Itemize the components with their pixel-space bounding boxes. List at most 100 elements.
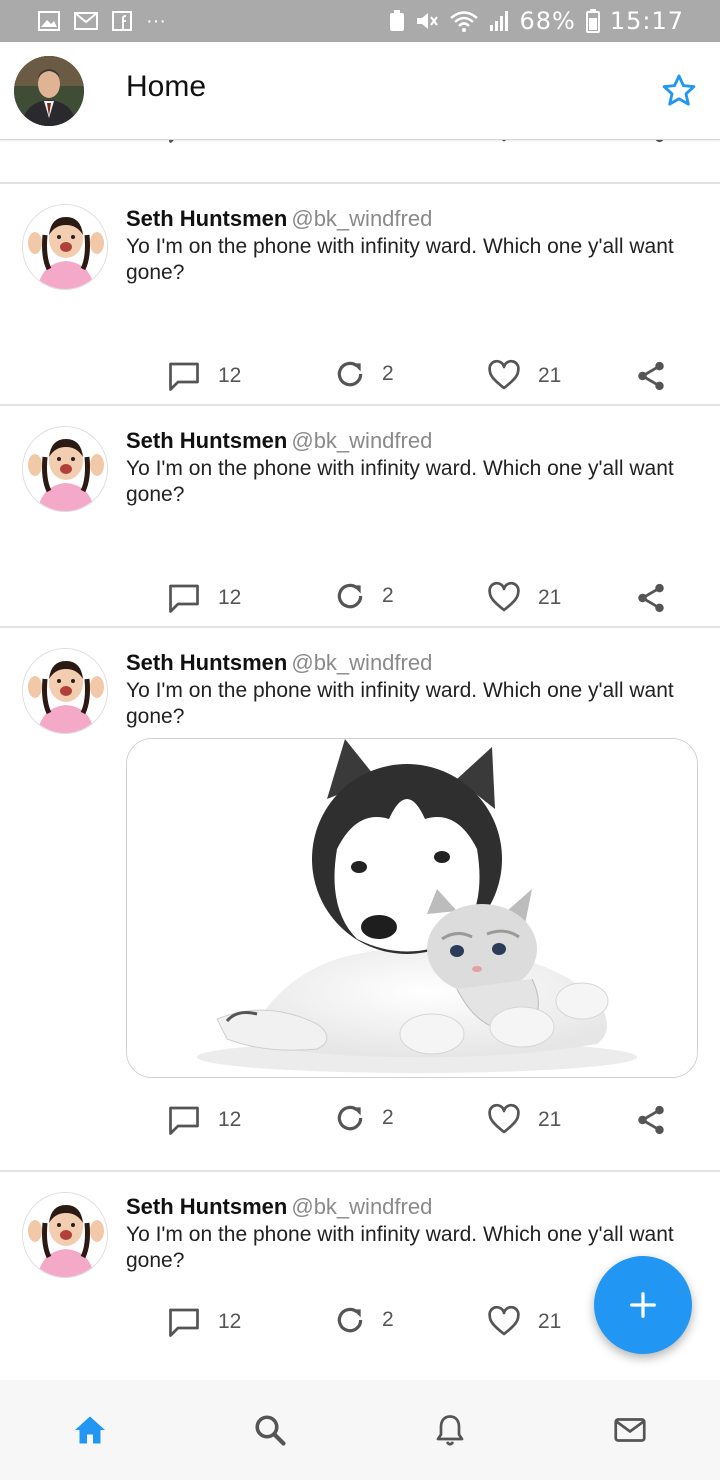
like-count: 21: [538, 1108, 562, 1131]
tweet-card[interactable]: Seth Huntsmen @bk_windfred Yo I'm on the …: [0, 628, 720, 1172]
tweet-header: Seth Huntsmen @bk_windfred: [126, 206, 432, 232]
retweet-action[interactable]: 2: [334, 1102, 394, 1134]
profile-avatar[interactable]: [14, 56, 84, 126]
page-title: Home: [126, 70, 207, 103]
tweet-text: Yo I'm on the phone with infinity ward. …: [126, 679, 674, 728]
gallery-icon: [38, 11, 60, 31]
comment-count: 12: [218, 1108, 242, 1131]
tweet-feed[interactable]: 12 2 21: [0, 140, 720, 1380]
girl-avatar-image: [23, 649, 107, 733]
app-bar: Home: [0, 42, 720, 140]
retweet-icon: [337, 1105, 363, 1131]
tweet-author-handle[interactable]: @bk_windfred: [291, 650, 432, 675]
girl-avatar-image: [23, 1193, 107, 1277]
comment-action[interactable]: 12: [166, 1102, 241, 1138]
share-icon: [638, 361, 664, 391]
comment-action[interactable]: 12: [166, 580, 241, 616]
tweet-avatar[interactable]: [22, 204, 108, 290]
share-icon: [638, 1105, 664, 1135]
bottom-navigation: [0, 1380, 720, 1480]
like-count: 21: [538, 364, 562, 387]
tweet-header: Seth Huntsmen @bk_windfred: [126, 650, 432, 676]
tweet-author-handle[interactable]: @bk_windfred: [291, 428, 432, 453]
tweet-header: Seth Huntsmen @bk_windfred: [126, 1194, 432, 1220]
comment-action[interactable]: 12: [166, 358, 241, 394]
clock: 15:17: [609, 7, 684, 35]
tweet-author-name[interactable]: Seth Huntsmen: [126, 428, 287, 453]
tweet-author-handle[interactable]: @bk_windfred: [291, 206, 432, 231]
like-action[interactable]: 21: [486, 1304, 561, 1340]
share-icon: [655, 140, 664, 143]
tweet-text: Yo I'm on the phone with infinity ward. …: [126, 457, 674, 506]
like-action[interactable]: 21: [486, 580, 561, 616]
heart-icon: [488, 1103, 520, 1134]
retweet-icon: [337, 361, 363, 387]
like-action[interactable]: 21: [486, 1102, 561, 1138]
heart-icon: [488, 1305, 520, 1336]
like-action[interactable]: 21: [486, 140, 561, 146]
comment-icon: [169, 1308, 199, 1337]
status-system: 68% 15:17: [389, 7, 684, 35]
share-action[interactable]: [634, 358, 668, 394]
plus-icon: [630, 1292, 656, 1318]
girl-avatar-image: [23, 427, 107, 511]
tweet-text: Yo I'm on the phone with infinity ward. …: [126, 1223, 674, 1272]
tweet-avatar[interactable]: [22, 648, 108, 734]
nav-messages[interactable]: [610, 1410, 650, 1450]
tweet-avatar[interactable]: [22, 1192, 108, 1278]
nav-search[interactable]: [250, 1410, 290, 1450]
tweet-media-image[interactable]: [126, 738, 698, 1078]
tweet-avatar[interactable]: [22, 426, 108, 512]
retweet-action[interactable]: 2: [334, 580, 394, 612]
girl-avatar-image: [23, 205, 107, 289]
heart-icon: [501, 140, 507, 142]
comment-count: 12: [218, 586, 242, 609]
share-icon: [638, 583, 664, 613]
battery-icon: [585, 9, 600, 33]
comment-count: 12: [218, 364, 242, 387]
like-count: 21: [538, 586, 562, 609]
tweet-author-handle[interactable]: @bk_windfred: [291, 1194, 432, 1219]
tweet-card[interactable]: Seth Huntsmen @bk_windfred Yo I'm on the …: [0, 184, 720, 406]
comment-action[interactable]: 12: [166, 1304, 241, 1340]
share-action[interactable]: [634, 140, 668, 146]
share-action[interactable]: [634, 1102, 668, 1138]
share-action[interactable]: [634, 580, 668, 616]
bell-icon: [436, 1415, 464, 1446]
tweet-author-name[interactable]: Seth Huntsmen: [126, 1194, 287, 1219]
comment-action[interactable]: 12: [166, 140, 241, 146]
more-notifications: ···: [146, 9, 166, 32]
comment-icon: [169, 140, 174, 143]
retweet-count: 2: [382, 1308, 394, 1331]
retweet-icon: [334, 140, 366, 142]
nav-notifications[interactable]: [430, 1410, 470, 1450]
compose-tweet-button[interactable]: [594, 1256, 692, 1354]
status-notifications: ···: [38, 10, 166, 33]
star-icon[interactable]: [660, 72, 698, 110]
heart-icon: [488, 359, 520, 390]
comment-icon: [169, 362, 199, 391]
search-icon: [255, 1415, 286, 1446]
tweet-author-name[interactable]: Seth Huntsmen: [126, 650, 287, 675]
husky-puppy-and-kitten-photo: [127, 739, 697, 1077]
facebook-icon: [112, 11, 132, 31]
tweet-card[interactable]: Seth Huntsmen @bk_windfred Yo I'm on the …: [0, 406, 720, 628]
retweet-count: 2: [382, 362, 394, 385]
tweet-partial: 12 2 21: [0, 140, 720, 184]
retweet-count: 2: [382, 584, 394, 607]
mute-icon: [415, 10, 439, 32]
comment-icon: [169, 584, 199, 613]
like-action[interactable]: 21: [486, 358, 561, 394]
heart-icon: [488, 581, 520, 612]
like-count: 21: [538, 1310, 562, 1333]
tweet-author-name[interactable]: Seth Huntsmen: [126, 206, 287, 231]
tweet-header: Seth Huntsmen @bk_windfred: [126, 428, 432, 454]
retweet-action[interactable]: 2: [334, 140, 394, 142]
email-icon: [74, 12, 98, 30]
retweet-count: 2: [382, 1106, 394, 1129]
retweet-action[interactable]: 2: [334, 1304, 394, 1336]
status-bar: ··· 68% 15:17: [0, 0, 720, 42]
retweet-action[interactable]: 2: [334, 358, 394, 390]
retweet-icon: [337, 1307, 363, 1333]
nav-home[interactable]: [70, 1410, 110, 1450]
